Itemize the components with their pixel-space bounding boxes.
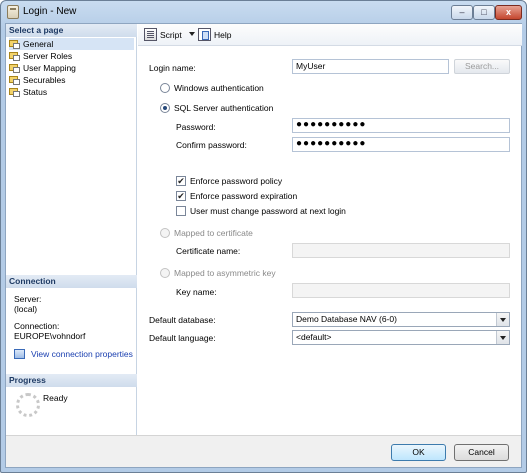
page-icon [9, 40, 20, 49]
sidebar-item-label: Server Roles [23, 51, 73, 61]
mapped-asym-radio[interactable] [160, 268, 170, 278]
script-dropdown-icon[interactable] [189, 32, 195, 36]
cancel-button[interactable]: Cancel [454, 444, 509, 461]
sidebar-item-user-mapping[interactable]: User Mapping [9, 62, 76, 74]
sidebar-item-general[interactable]: General [9, 38, 134, 50]
search-button[interactable]: Search... [454, 59, 510, 74]
mapped-cert-radio[interactable] [160, 228, 170, 238]
server-label: Server: [14, 294, 42, 304]
dialog-window: Login - New – □ x Select a page General … [0, 0, 527, 473]
confirm-password-input[interactable]: ●●●●●●●●●● [292, 137, 510, 152]
page-icon [9, 64, 20, 73]
sql-auth-radio[interactable] [160, 103, 170, 113]
login-name-label: Login name: [149, 63, 196, 73]
close-button[interactable]: x [495, 5, 522, 20]
toolbar: Script Help [138, 24, 522, 46]
button-bar: OK Cancel [6, 435, 521, 467]
minimize-button[interactable]: – [451, 5, 473, 20]
sidebar-item-label: Securables [23, 75, 66, 85]
must-change-checkbox[interactable] [176, 206, 186, 216]
sidebar-item-securables[interactable]: Securables [9, 74, 66, 86]
view-connection-properties-link[interactable]: View connection properties [31, 349, 133, 359]
select-page-header: Select a page [6, 24, 137, 37]
sidebar-item-server-roles[interactable]: Server Roles [9, 50, 72, 62]
sidebar-item-label: General [23, 39, 54, 49]
login-name-input[interactable]: MyUser [292, 59, 449, 74]
script-button[interactable]: Script [160, 28, 182, 42]
cert-name-label: Certificate name: [176, 246, 241, 256]
progress-spinner-icon [16, 393, 40, 417]
window-title: Login - New [23, 6, 77, 17]
server-value: (local) [14, 304, 38, 314]
left-pane: Select a page General Server Roles User … [6, 24, 137, 435]
help-button[interactable]: Help [214, 28, 231, 42]
chevron-down-icon[interactable] [496, 313, 509, 326]
connection-header: Connection [6, 275, 137, 288]
sidebar-item-label: Status [23, 87, 48, 97]
title-bar[interactable]: Login - New – □ x [1, 1, 526, 23]
document-icon [7, 5, 19, 19]
dialog-client: Select a page General Server Roles User … [5, 23, 522, 468]
default-database-label: Default database: [149, 315, 216, 325]
enforce-expiration-label[interactable]: Enforce password expiration [190, 190, 297, 202]
sidebar-item-status[interactable]: Status [9, 86, 47, 98]
connection-value: EUROPE\vohndorf [14, 331, 86, 341]
default-language-label: Default language: [149, 333, 216, 343]
default-database-value: Demo Database NAV (6-0) [296, 314, 397, 324]
sql-auth-label[interactable]: SQL Server authentication [174, 102, 273, 114]
maximize-button[interactable]: □ [473, 5, 495, 20]
enforce-policy-label[interactable]: Enforce password policy [190, 175, 282, 187]
properties-icon [14, 349, 25, 359]
key-name-input[interactable] [292, 283, 510, 298]
progress-header: Progress [6, 374, 137, 387]
sidebar-item-label: User Mapping [23, 63, 76, 73]
default-database-select[interactable]: Demo Database NAV (6-0) [292, 312, 510, 327]
key-name-label: Key name: [176, 287, 217, 297]
page-icon [9, 76, 20, 85]
ok-button[interactable]: OK [391, 444, 446, 461]
page-icon [9, 52, 20, 61]
default-language-value: <default> [296, 332, 332, 342]
connection-label: Connection: [14, 321, 60, 331]
mapped-cert-label: Mapped to certificate [174, 228, 253, 238]
mapped-asym-label: Mapped to asymmetric key [174, 268, 276, 278]
enforce-policy-checkbox[interactable]: ✔ [176, 176, 186, 186]
help-icon[interactable] [198, 28, 211, 41]
password-input[interactable]: ●●●●●●●●●● [292, 118, 510, 133]
cert-name-input[interactable] [292, 243, 510, 258]
page-icon [9, 88, 20, 97]
must-change-label[interactable]: User must change password at next login [190, 205, 346, 217]
script-icon[interactable] [144, 28, 157, 41]
chevron-down-icon[interactable] [496, 331, 509, 344]
default-language-select[interactable]: <default> [292, 330, 510, 345]
password-label: Password: [176, 122, 216, 132]
windows-auth-label[interactable]: Windows authentication [174, 82, 264, 94]
progress-status: Ready [43, 393, 68, 403]
windows-auth-radio[interactable] [160, 83, 170, 93]
confirm-password-label: Confirm password: [176, 140, 247, 150]
enforce-expiration-checkbox[interactable]: ✔ [176, 191, 186, 201]
